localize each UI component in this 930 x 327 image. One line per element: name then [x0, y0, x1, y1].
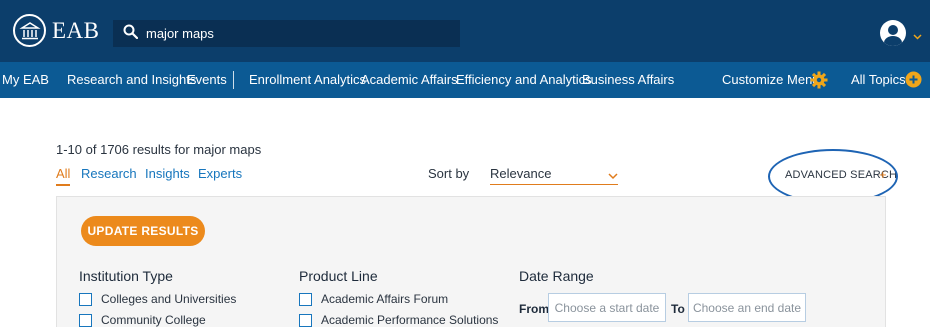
- update-results-button[interactable]: UPDATE RESULTS: [81, 216, 205, 246]
- checkbox-label: Community College: [101, 313, 206, 327]
- checkbox-box[interactable]: [79, 292, 92, 306]
- plus-circle-icon[interactable]: [905, 71, 922, 93]
- to-label: To: [671, 302, 685, 316]
- from-label: From: [519, 302, 549, 316]
- tab-research[interactable]: Research: [81, 166, 137, 181]
- end-date-input[interactable]: Choose an end date: [688, 293, 806, 322]
- nav-academic-affairs[interactable]: Academic Affairs: [361, 62, 458, 98]
- search-bar[interactable]: [113, 20, 460, 47]
- checkbox-label: Academic Affairs Forum: [321, 292, 449, 306]
- checkbox-box[interactable]: [299, 313, 312, 327]
- nav-efficiency-and-analytics[interactable]: Efficiency and Analytics: [456, 62, 592, 98]
- search-input[interactable]: [146, 26, 446, 41]
- nav-my-eab[interactable]: My EAB: [2, 62, 49, 98]
- results-count: 1-10 of 1706 results for major maps: [56, 142, 262, 157]
- gear-icon[interactable]: [810, 71, 828, 94]
- product-line-title: Product Line: [299, 268, 378, 284]
- all-topics-link[interactable]: All Topics: [851, 62, 906, 98]
- checkbox-academic-performance-solutions[interactable]: Academic Performance Solutions: [299, 313, 498, 327]
- checkbox-community-college[interactable]: Community College: [79, 313, 206, 327]
- tab-insights[interactable]: Insights: [145, 166, 190, 181]
- nav-events[interactable]: Events: [187, 62, 227, 98]
- filter-panel: UPDATE RESULTS Institution Type Colleges…: [56, 196, 886, 327]
- nav-enrollment-analytics[interactable]: Enrollment Analytics: [249, 62, 366, 98]
- checkbox-colleges-and-universities[interactable]: Colleges and Universities: [79, 292, 236, 306]
- institution-icon: [13, 14, 46, 47]
- start-date-input[interactable]: Choose a start date: [548, 293, 666, 322]
- checkbox-label: Academic Performance Solutions: [321, 313, 499, 327]
- nav-research-and-insights[interactable]: Research and Insights: [67, 62, 196, 98]
- logo-text: EAB: [52, 17, 100, 43]
- checkbox-label: Colleges and Universities: [101, 292, 237, 306]
- active-tab-indicator: [56, 184, 70, 186]
- search-results-page: 1-10 of 1706 results for major maps All …: [0, 98, 930, 327]
- main-nav: My EAB Research and Insights Events Enro…: [0, 62, 930, 98]
- customize-menu-link[interactable]: Customize Menu: [722, 62, 820, 98]
- tab-experts[interactable]: Experts: [198, 166, 242, 181]
- chevron-down-icon: [608, 168, 618, 183]
- nav-business-affairs[interactable]: Business Affairs: [582, 62, 674, 98]
- top-bar: EAB: [0, 0, 930, 62]
- chevron-down-icon[interactable]: [913, 27, 922, 45]
- user-avatar[interactable]: [880, 20, 906, 46]
- tab-all[interactable]: All: [56, 166, 70, 181]
- eab-logo[interactable]: EAB: [13, 14, 100, 47]
- date-range-title: Date Range: [519, 268, 594, 284]
- sort-by-label: Sort by: [428, 166, 470, 181]
- search-icon[interactable]: [123, 24, 139, 44]
- checkbox-box[interactable]: [79, 313, 92, 327]
- sort-value: Relevance: [490, 166, 552, 181]
- nav-divider: [233, 71, 234, 89]
- checkbox-box[interactable]: [299, 292, 312, 306]
- sort-select[interactable]: Relevance: [490, 165, 618, 185]
- checkbox-academic-affairs-forum[interactable]: Academic Affairs Forum: [299, 292, 448, 306]
- institution-type-title: Institution Type: [79, 268, 173, 284]
